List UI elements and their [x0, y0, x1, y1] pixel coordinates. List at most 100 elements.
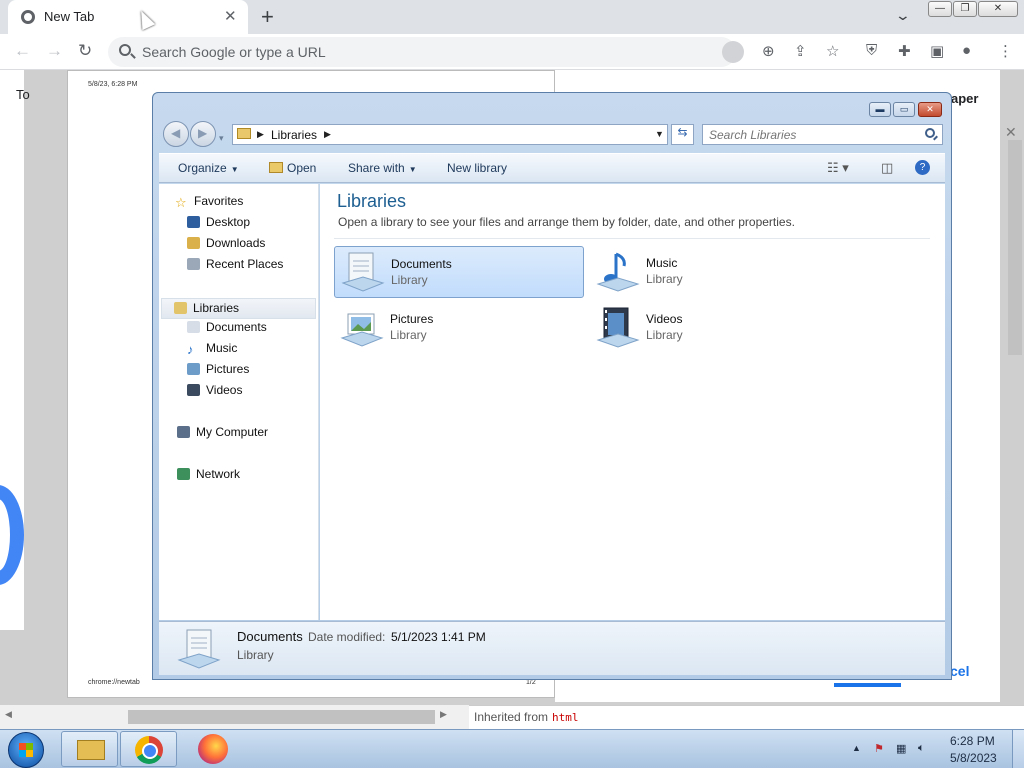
search-icon: [119, 44, 131, 56]
preview-pane-icon[interactable]: ◫: [881, 160, 893, 176]
shield-icon[interactable]: ⛨: [866, 42, 877, 59]
nav-desktop[interactable]: Desktop: [187, 215, 250, 234]
library-item-pictures[interactable]: Pictures Library: [334, 302, 584, 354]
details-pane: Documents Date modified: 5/1/2023 1:41 P…: [159, 621, 945, 675]
breadcrumb-arrow-icon[interactable]: ▶: [257, 129, 264, 140]
browser-restore-button[interactable]: ❐: [953, 1, 977, 17]
address-bar[interactable]: ▶ Libraries ▶ ▼: [232, 124, 668, 145]
computer-icon: [177, 426, 190, 438]
nav-favorites[interactable]: ☆ Favorites: [175, 194, 243, 213]
profile-avatar-icon[interactable]: ●: [962, 42, 971, 59]
nav-recent-places[interactable]: Recent Places: [187, 257, 283, 276]
nav-libraries[interactable]: Libraries: [161, 298, 316, 319]
chrome-icon: [135, 736, 163, 764]
extensions-puzzle-icon[interactable]: ✚: [898, 42, 911, 60]
explorer-maximize-button[interactable]: ▭: [893, 102, 915, 117]
scrollbar-thumb[interactable]: [128, 710, 435, 724]
action-center-flag-icon[interactable]: ⚑: [874, 742, 884, 755]
breadcrumb-libraries[interactable]: Libraries: [271, 128, 317, 142]
clock-time[interactable]: 6:28 PM: [950, 734, 995, 748]
documents-icon: [187, 321, 200, 333]
recent-pages-chevron-icon[interactable]: ▾: [219, 133, 224, 144]
forward-arrow-icon[interactable]: →: [46, 41, 63, 61]
start-button[interactable]: [8, 732, 44, 768]
search-input[interactable]: [703, 125, 917, 144]
horizontal-scrollbar[interactable]: ◀ ▶: [0, 705, 469, 729]
nav-music[interactable]: ♪ Music: [187, 341, 237, 360]
divider: [334, 238, 930, 239]
chrome-favicon-icon: [21, 10, 35, 24]
desktop-icon: [187, 216, 200, 228]
browser-minimize-button[interactable]: —: [928, 1, 952, 17]
music-note-icon: ♪: [187, 342, 194, 357]
back-arrow-icon[interactable]: ←: [14, 41, 31, 61]
side-panel-icon[interactable]: ▣: [930, 42, 944, 60]
breadcrumb-arrow-icon[interactable]: ▶: [324, 129, 331, 140]
forward-button[interactable]: ▶: [190, 121, 216, 147]
windows-logo-icon: [19, 743, 33, 757]
nav-network[interactable]: Network: [177, 467, 240, 486]
documents-library-icon: [341, 252, 385, 292]
share-icon[interactable]: ⇪: [794, 42, 807, 60]
dialog-close-icon[interactable]: ✕: [1005, 124, 1017, 141]
favorites-star-icon: ☆: [175, 195, 187, 210]
tray-expand-icon[interactable]: ▲: [852, 743, 861, 753]
browser-tab[interactable]: New Tab ✕: [8, 0, 248, 34]
lens-icon[interactable]: [722, 41, 744, 63]
address-dropdown-icon[interactable]: ▼: [655, 129, 664, 139]
background-to-text: To: [16, 87, 30, 102]
navigation-pane: ☆ Favorites Desktop Downloads Recent Plac…: [159, 184, 319, 620]
print-date: 5/8/23, 6:28 PM: [88, 81, 138, 88]
bookmark-star-icon[interactable]: ☆: [826, 42, 839, 60]
zoom-icon[interactable]: ⊕: [762, 42, 775, 60]
new-tab-icon[interactable]: +: [261, 4, 274, 30]
library-item-music[interactable]: Music Library: [590, 246, 840, 298]
new-library-button[interactable]: New library: [447, 161, 507, 175]
nav-pictures[interactable]: Pictures: [187, 362, 249, 381]
inherited-tag[interactable]: html: [552, 711, 579, 724]
taskbar-explorer-button[interactable]: [61, 731, 118, 767]
nav-documents[interactable]: Documents: [187, 320, 267, 339]
paper-label: aper: [951, 91, 979, 106]
network-tray-icon[interactable]: ▦: [896, 742, 906, 755]
nav-my-computer[interactable]: My Computer: [177, 425, 268, 444]
nav-downloads[interactable]: Downloads: [187, 236, 265, 255]
pictures-icon: [187, 363, 200, 375]
menu-kebab-icon[interactable]: ⋮: [998, 42, 1013, 60]
view-options-icon[interactable]: ☷ ▾: [827, 160, 849, 176]
search-box[interactable]: [702, 124, 943, 145]
taskbar-chrome-button[interactable]: [120, 731, 177, 767]
reload-icon[interactable]: ↻: [78, 41, 92, 61]
search-icon[interactable]: [925, 128, 935, 138]
firefox-icon[interactable]: [198, 734, 228, 764]
show-desktop-button[interactable]: [1012, 730, 1024, 768]
explorer-minimize-button[interactable]: ▬: [869, 102, 891, 117]
tab-search-chevron-icon[interactable]: ⌄: [895, 7, 911, 24]
share-with-button[interactable]: Share with ▼: [348, 161, 417, 175]
scroll-right-icon[interactable]: ▶: [440, 709, 447, 720]
print-button[interactable]: [834, 683, 901, 687]
library-type: Library: [646, 272, 683, 286]
library-type: Library: [390, 328, 427, 342]
back-button[interactable]: ◀: [163, 121, 189, 147]
network-icon: [177, 468, 190, 480]
cancel-button[interactable]: cel: [950, 663, 969, 679]
volume-icon[interactable]: 🔈︎: [918, 742, 925, 755]
tab-title: New Tab: [44, 9, 95, 24]
nav-videos[interactable]: Videos: [187, 383, 242, 402]
scroll-left-icon[interactable]: ◀: [5, 709, 12, 720]
dialog-scrollbar[interactable]: [1008, 140, 1022, 355]
explorer-close-button[interactable]: ✕: [918, 102, 942, 117]
tab-close-icon[interactable]: ✕: [224, 7, 237, 25]
refresh-button[interactable]: ⇆: [671, 124, 694, 145]
open-button[interactable]: Open: [269, 161, 316, 175]
clock-date[interactable]: 5/8/2023: [950, 751, 997, 765]
library-type: Library: [646, 328, 683, 342]
omnibox[interactable]: Search Google or type a URL: [108, 37, 744, 67]
library-item-videos[interactable]: Videos Library: [590, 302, 840, 354]
browser-close-button[interactable]: ✕: [978, 1, 1018, 17]
help-icon[interactable]: ?: [915, 160, 930, 175]
library-item-documents[interactable]: Documents Library: [334, 246, 584, 298]
organize-button[interactable]: Organize ▼: [178, 161, 239, 175]
inherited-from-label: Inherited from html: [474, 710, 579, 724]
